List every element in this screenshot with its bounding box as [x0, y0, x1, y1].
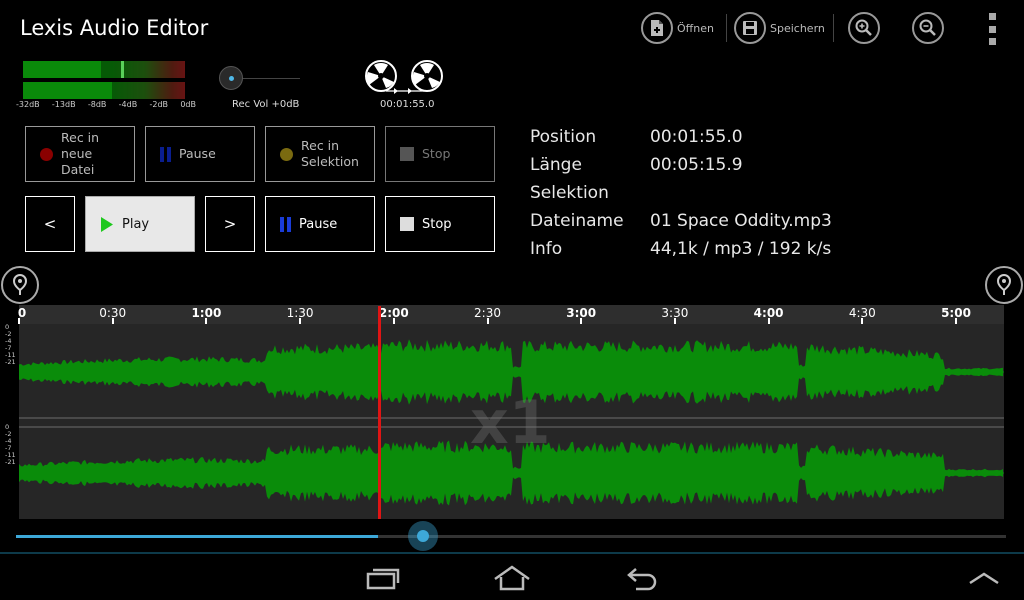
- zoom-indicator: x1: [470, 388, 551, 458]
- start-marker-button[interactable]: [1, 266, 39, 304]
- play-label: Play: [122, 216, 150, 232]
- record-icon: [280, 147, 293, 161]
- stop-button[interactable]: Stop: [385, 196, 495, 252]
- open-button[interactable]: Öffnen: [641, 10, 714, 46]
- info-label-filename: Dateiname: [530, 211, 624, 231]
- stop-recording-button[interactable]: Stop: [385, 126, 495, 182]
- info-value-length: 00:05:15.9: [650, 155, 743, 175]
- next-label: >: [223, 215, 237, 233]
- zoom-in-icon: [848, 12, 880, 44]
- pause-icon: [280, 216, 291, 232]
- play-icon: [101, 216, 113, 232]
- zoom-out-icon: [912, 12, 944, 44]
- zoom-in-button[interactable]: [848, 10, 880, 46]
- previous-button[interactable]: <: [25, 196, 75, 252]
- previous-label: <: [43, 215, 57, 233]
- level-meter-right: [23, 82, 185, 99]
- info-label-selection: Selektion: [530, 183, 609, 203]
- rec-new-file-button[interactable]: Rec in neue Datei: [25, 126, 135, 182]
- seek-bar[interactable]: [16, 535, 1006, 538]
- db-scale-bottom: 0 -2 -4 -7 -11 -21: [5, 423, 16, 466]
- overflow-menu-icon[interactable]: [987, 13, 997, 45]
- timeline-ruler[interactable]: 0 0:30 1:00 1:30 2:00 2:30 3:00 3:30 4:0…: [18, 305, 1004, 324]
- app-title: Lexis Audio Editor: [20, 16, 209, 40]
- reel-time: 00:01:55.0: [380, 99, 435, 110]
- save-icon: [734, 12, 766, 44]
- info-value-filename: 01 Space Oddity.mp3: [650, 211, 832, 231]
- info-value-info: 44,1k / mp3 / 192 k/s: [650, 239, 832, 259]
- open-label: Öffnen: [677, 21, 714, 35]
- level-meter-left: [23, 61, 185, 78]
- next-button[interactable]: >: [205, 196, 255, 252]
- system-nav-bar: [0, 552, 1024, 600]
- open-file-icon: [641, 12, 673, 44]
- rec-in-selection-label: Rec in Selektion: [301, 138, 359, 169]
- playhead[interactable]: [378, 306, 382, 519]
- play-button[interactable]: Play: [85, 196, 195, 252]
- pause-recording-button[interactable]: Pause: [145, 126, 255, 182]
- save-label: Speichern: [770, 21, 825, 35]
- action-divider: [726, 14, 727, 42]
- rec-volume-label: Rec Vol +0dB: [232, 99, 300, 110]
- location-pin-icon: [12, 274, 28, 295]
- rec-new-file-label: Rec in neue Datei: [61, 130, 100, 177]
- info-label-info: Info: [530, 239, 563, 259]
- seek-thumb[interactable]: [408, 521, 439, 551]
- rec-volume-knob[interactable]: [219, 66, 243, 90]
- stop-label: Stop: [422, 216, 452, 232]
- stop-recording-label: Stop: [422, 146, 451, 161]
- info-value-position: 00:01:55.0: [650, 127, 743, 147]
- db-scale-top: 0 -2 -4 -7 -11 -21: [5, 323, 16, 366]
- pause-button[interactable]: Pause: [265, 196, 375, 252]
- recent-apps-icon[interactable]: [361, 562, 405, 594]
- stop-icon: [400, 147, 414, 161]
- info-label-position: Position: [530, 127, 597, 147]
- end-marker-button[interactable]: [985, 266, 1023, 304]
- rec-in-selection-button[interactable]: Rec in Selektion: [265, 126, 375, 182]
- tape-reels-icon: [365, 60, 443, 94]
- location-pin-icon: [996, 274, 1012, 295]
- home-icon[interactable]: [490, 562, 534, 594]
- action-divider: [833, 14, 834, 42]
- pause-icon: [160, 146, 171, 162]
- pause-recording-label: Pause: [179, 146, 216, 161]
- record-icon: [40, 147, 53, 161]
- meter-scale: -32dB -13dB -8dB -4dB -2dB 0dB: [16, 100, 196, 109]
- pause-label: Pause: [299, 216, 338, 232]
- info-label-length: Länge: [530, 155, 582, 175]
- chevron-up-icon[interactable]: [962, 562, 1006, 594]
- back-icon[interactable]: [620, 562, 664, 594]
- stop-icon: [400, 217, 414, 231]
- save-button[interactable]: Speichern: [734, 10, 825, 46]
- zoom-out-button[interactable]: [912, 10, 944, 46]
